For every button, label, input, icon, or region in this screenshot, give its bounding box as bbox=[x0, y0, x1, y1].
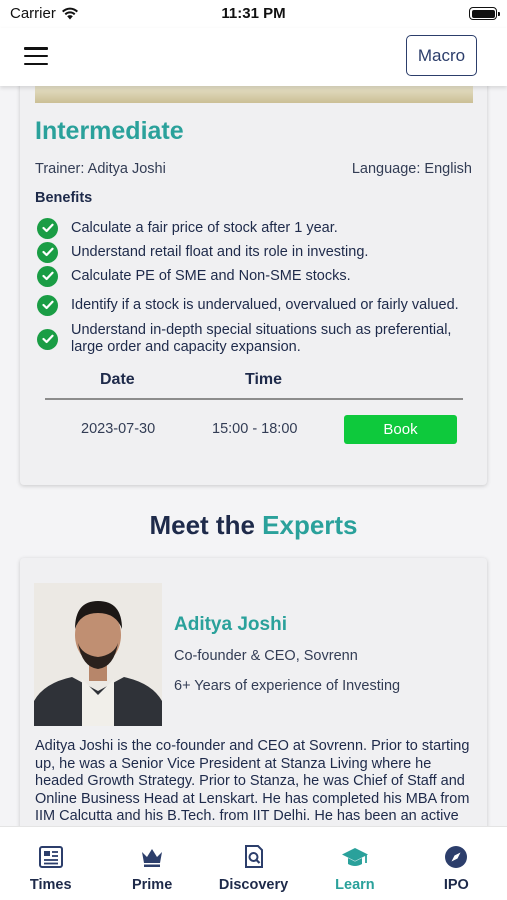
course-banner-image bbox=[35, 86, 473, 103]
time-column-header: Time bbox=[245, 371, 283, 388]
session-date: 2023-07-30 bbox=[81, 421, 156, 437]
experts-heading-accent: Experts bbox=[262, 510, 358, 540]
expert-role: Co-founder & CEO, Sovrenn bbox=[174, 648, 358, 664]
clock: 11:31 PM bbox=[221, 5, 286, 22]
tab-label: Times bbox=[29, 877, 72, 893]
tab-ipo[interactable]: IPO bbox=[406, 827, 507, 900]
bottom-tab-bar: Times Prime Discovery Learn IPO bbox=[0, 826, 507, 900]
date-column-header: Date bbox=[100, 371, 135, 388]
expert-photo bbox=[34, 583, 162, 726]
app-header: Macro bbox=[0, 28, 507, 86]
battery-icon bbox=[469, 7, 500, 20]
status-bar: Carrier 11:31 PM bbox=[0, 0, 507, 28]
check-circle-icon bbox=[37, 265, 58, 287]
tab-label: Discovery bbox=[218, 877, 289, 893]
benefit-text: Understand retail float and its role in … bbox=[71, 243, 369, 260]
graduation-cap-icon bbox=[341, 843, 369, 871]
expert-card: Aditya Joshi Co-founder & CEO, Sovrenn 6… bbox=[20, 558, 487, 858]
search-document-icon bbox=[240, 843, 268, 871]
check-circle-icon bbox=[37, 328, 58, 350]
benefit-text: Calculate PE of SME and Non-SME stocks. bbox=[71, 267, 351, 284]
tab-discovery[interactable]: Discovery bbox=[203, 827, 304, 900]
benefit-item: Calculate a fair price of stock after 1 … bbox=[35, 216, 465, 240]
tab-label: Learn bbox=[335, 877, 375, 893]
newspaper-icon bbox=[37, 843, 65, 871]
tab-prime[interactable]: Prime bbox=[101, 827, 202, 900]
benefit-text: Understand in-depth special situations s… bbox=[71, 322, 452, 355]
benefit-list: Calculate a fair price of stock after 1 … bbox=[35, 216, 465, 356]
tab-label: Prime bbox=[131, 877, 173, 893]
compass-icon bbox=[442, 843, 470, 871]
benefit-item: Understand in-depth special situations s… bbox=[35, 322, 465, 356]
crown-icon bbox=[138, 843, 166, 871]
benefit-text: Identify if a stock is undervalued, over… bbox=[71, 296, 459, 313]
check-circle-icon bbox=[37, 241, 58, 263]
expert-name: Aditya Joshi bbox=[174, 614, 287, 635]
benefit-item: Calculate PE of SME and Non-SME stocks. bbox=[35, 264, 465, 288]
schedule-divider bbox=[45, 398, 463, 400]
benefit-text: Calculate a fair price of stock after 1 … bbox=[71, 219, 338, 236]
check-circle-icon bbox=[37, 294, 58, 316]
menu-icon[interactable] bbox=[24, 47, 48, 65]
benefits-heading: Benefits bbox=[35, 190, 93, 206]
tab-label: IPO bbox=[443, 877, 469, 893]
benefit-item: Understand retail float and its role in … bbox=[35, 240, 465, 264]
experts-heading-lead: Meet the bbox=[149, 510, 263, 540]
app-screen: Carrier 11:31 PM Macro Intermediate Trai… bbox=[0, 0, 507, 900]
check-circle-icon bbox=[37, 217, 58, 239]
session-time: 15:00 - 18:00 bbox=[212, 421, 298, 437]
course-title: Intermediate bbox=[35, 117, 184, 145]
benefit-item: Identify if a stock is undervalued, over… bbox=[35, 288, 465, 322]
course-card: Intermediate Trainer: Aditya Joshi Langu… bbox=[20, 72, 487, 485]
macro-button[interactable]: Macro bbox=[406, 35, 477, 76]
book-button[interactable]: Book bbox=[344, 415, 457, 444]
language-label: Language: English bbox=[351, 161, 472, 177]
expert-experience: 6+ Years of experience of Investing bbox=[174, 678, 401, 694]
experts-heading: Meet the Experts bbox=[0, 510, 507, 541]
tab-times[interactable]: Times bbox=[0, 827, 101, 900]
trainer-label: Trainer: Aditya Joshi bbox=[35, 161, 166, 177]
tab-learn[interactable]: Learn bbox=[304, 827, 405, 900]
